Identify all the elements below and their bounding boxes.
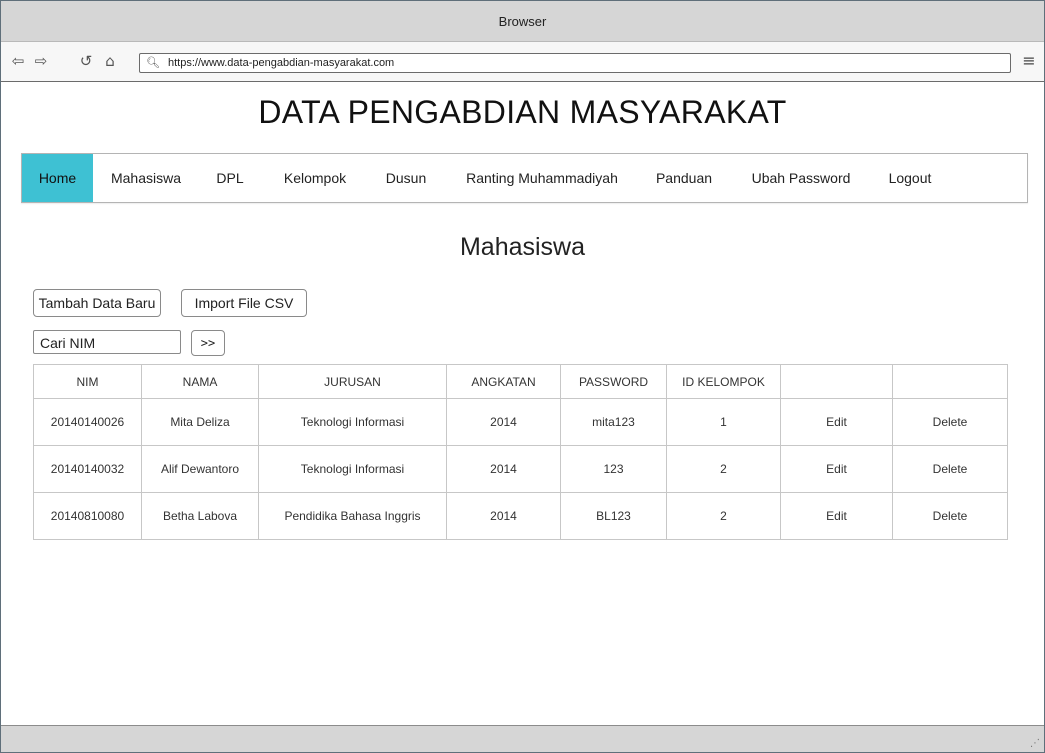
cell-nama: Mita Deliza	[141, 398, 259, 446]
table-row: 20140140032 Alif Dewantoro Teknologi Inf…	[33, 445, 1008, 493]
delete-link[interactable]: Delete	[892, 445, 1008, 493]
edit-link[interactable]: Edit	[780, 445, 893, 493]
add-new-data-button[interactable]: Tambah Data Baru	[33, 289, 161, 317]
nav-item-ubah-password[interactable]: Ubah Password	[744, 154, 858, 202]
cell-jurusan: Teknologi Informasi	[258, 398, 447, 446]
forward-arrow-icon[interactable]: ⇨	[32, 52, 50, 70]
cell-angkatan: 2014	[446, 492, 561, 540]
cell-password: 123	[560, 445, 667, 493]
cell-nim: 20140140032	[33, 445, 142, 493]
nav-item-kelompok[interactable]: Kelompok	[276, 154, 354, 202]
address-url: https://www.data-pengabdian-masyarakat.c…	[168, 57, 395, 69]
cell-nim: 20140140026	[33, 398, 142, 446]
browser-statusbar: ⋰	[1, 725, 1044, 752]
search-go-button[interactable]: >>	[191, 330, 225, 356]
nav-item-logout[interactable]: Logout	[881, 154, 939, 202]
column-header-nama: NAMA	[141, 364, 259, 399]
cell-id-kelompok: 1	[666, 398, 781, 446]
import-csv-button[interactable]: Import File CSV	[181, 289, 307, 317]
window-title: Browser	[498, 13, 547, 29]
address-bar[interactable]: 🔍︎ https://www.data-pengabdian-masyaraka…	[139, 53, 1011, 73]
nav-item-dpl[interactable]: DPL	[210, 154, 250, 202]
page-title: DATA PENGABDIAN MASYARAKAT	[258, 94, 787, 130]
main-navbar: Home Mahasiswa DPL Kelompok Dusun Rantin…	[21, 153, 1028, 203]
window-titlebar: Browser	[1, 1, 1044, 42]
reload-icon[interactable]: ↺	[77, 52, 95, 70]
mahasiswa-table: NIM NAMA JURUSAN ANGKATAN PASSWORD ID KE…	[33, 364, 1008, 540]
cell-password: mita123	[560, 398, 667, 446]
nav-item-home[interactable]: Home	[22, 154, 93, 202]
column-header-jurusan: JURUSAN	[258, 364, 447, 399]
nav-item-panduan[interactable]: Panduan	[650, 154, 718, 202]
section-title: Mahasiswa	[459, 233, 586, 261]
cell-angkatan: 2014	[446, 445, 561, 493]
cell-id-kelompok: 2	[666, 492, 781, 540]
cell-angkatan: 2014	[446, 398, 561, 446]
table-row: 20140810080 Betha Labova Pendidika Bahas…	[33, 492, 1008, 540]
table-header-row: NIM NAMA JURUSAN ANGKATAN PASSWORD ID KE…	[33, 364, 1008, 399]
column-header-angkatan: ANGKATAN	[446, 364, 561, 399]
column-header-edit	[780, 364, 893, 399]
cell-jurusan: Pendidika Bahasa Inggris	[258, 492, 447, 540]
column-header-delete	[892, 364, 1008, 399]
cell-password: BL123	[560, 492, 667, 540]
nav-item-dusun[interactable]: Dusun	[377, 154, 435, 202]
resize-grip-icon[interactable]: ⋰	[1030, 738, 1042, 750]
table-row: 20140140026 Mita Deliza Teknologi Inform…	[33, 398, 1008, 446]
cell-jurusan: Teknologi Informasi	[258, 445, 447, 493]
cell-id-kelompok: 2	[666, 445, 781, 493]
search-nim-input[interactable]: Cari NIM	[33, 330, 181, 354]
nav-item-mahasiswa[interactable]: Mahasiswa	[105, 154, 187, 202]
column-header-id-kelompok: ID KELOMPOK	[666, 364, 781, 399]
cell-nim: 20140810080	[33, 492, 142, 540]
column-header-nim: NIM	[33, 364, 142, 399]
column-header-password: PASSWORD	[560, 364, 667, 399]
search-icon: 🔍︎	[146, 56, 160, 69]
back-arrow-icon[interactable]: ⇦	[9, 52, 27, 70]
edit-link[interactable]: Edit	[780, 492, 893, 540]
hamburger-menu-icon[interactable]: ≡	[1022, 52, 1036, 70]
nav-item-ranting-muhammadiyah[interactable]: Ranting Muhammadiyah	[456, 154, 628, 202]
cell-nama: Alif Dewantoro	[141, 445, 259, 493]
home-icon[interactable]: ⌂	[101, 52, 119, 70]
browser-toolbar: ⇦ ⇨ ↺ ⌂ 🔍︎ https://www.data-pengabdian-m…	[1, 42, 1044, 82]
delete-link[interactable]: Delete	[892, 492, 1008, 540]
edit-link[interactable]: Edit	[780, 398, 893, 446]
delete-link[interactable]: Delete	[892, 398, 1008, 446]
browser-window: Browser ⇦ ⇨ ↺ ⌂ 🔍︎ https://www.data-peng…	[0, 0, 1045, 753]
cell-nama: Betha Labova	[141, 492, 259, 540]
